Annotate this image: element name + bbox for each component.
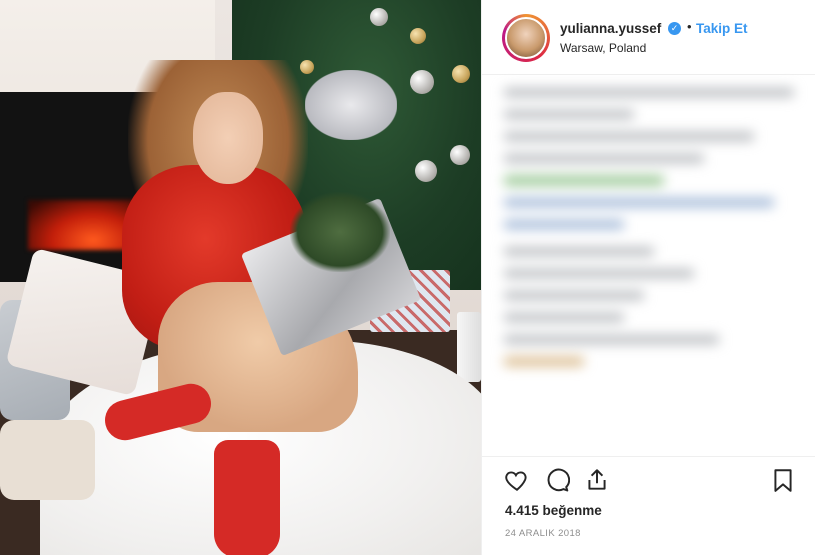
location-link[interactable]: Warsaw, Poland (560, 41, 646, 55)
post-side-panel: yulianna.yussef ✓ • Takip Et Warsaw, Pol… (481, 0, 815, 555)
blurred-text-line (504, 335, 719, 344)
story-ring[interactable] (502, 14, 550, 62)
post-actions: 4.415 beğenme 24 ARALIK 2018 (482, 456, 815, 556)
share-icon[interactable] (584, 467, 610, 493)
photo-pine-greens (290, 192, 390, 272)
blurred-caption (504, 88, 800, 388)
ornament (415, 160, 437, 182)
photo-pillow (0, 420, 95, 500)
blurred-text-line (504, 291, 644, 300)
avatar[interactable] (505, 17, 547, 59)
header-separator: • (687, 19, 692, 34)
post-header: yulianna.yussef ✓ • Takip Et Warsaw, Pol… (482, 0, 815, 75)
blurred-text-line (504, 220, 624, 229)
instagram-post: yulianna.yussef ✓ • Takip Et Warsaw, Pol… (0, 0, 815, 555)
blurred-text-line (504, 176, 664, 185)
blurred-text-line (504, 198, 774, 207)
username-link[interactable]: yulianna.yussef (560, 21, 661, 36)
blurred-text-line (504, 132, 754, 141)
blurred-text-line (504, 110, 634, 119)
post-photo[interactable] (0, 0, 481, 555)
likes-count[interactable]: 4.415 beğenme (505, 503, 602, 518)
blurred-text-line (504, 269, 694, 278)
ornament (370, 8, 388, 26)
verified-badge-icon: ✓ (668, 22, 681, 35)
ornament (452, 65, 470, 83)
photo-face (193, 92, 263, 184)
photo-red-sock (214, 440, 280, 555)
follow-button[interactable]: Takip Et (696, 21, 748, 36)
post-date[interactable]: 24 ARALIK 2018 (505, 528, 581, 539)
heart-icon[interactable] (504, 467, 530, 493)
ornament (450, 145, 470, 165)
bookmark-icon[interactable] (770, 467, 796, 493)
blurred-text-line (504, 357, 584, 366)
blurred-text-line (504, 88, 794, 97)
ornament (410, 28, 426, 44)
comment-icon[interactable] (544, 467, 570, 493)
ornament (410, 70, 434, 94)
photo-silver-bow (305, 70, 397, 140)
blurred-text-line (504, 247, 654, 256)
blurred-text-line (504, 313, 624, 322)
blurred-text-line (504, 154, 704, 163)
photo-candle (457, 312, 481, 382)
